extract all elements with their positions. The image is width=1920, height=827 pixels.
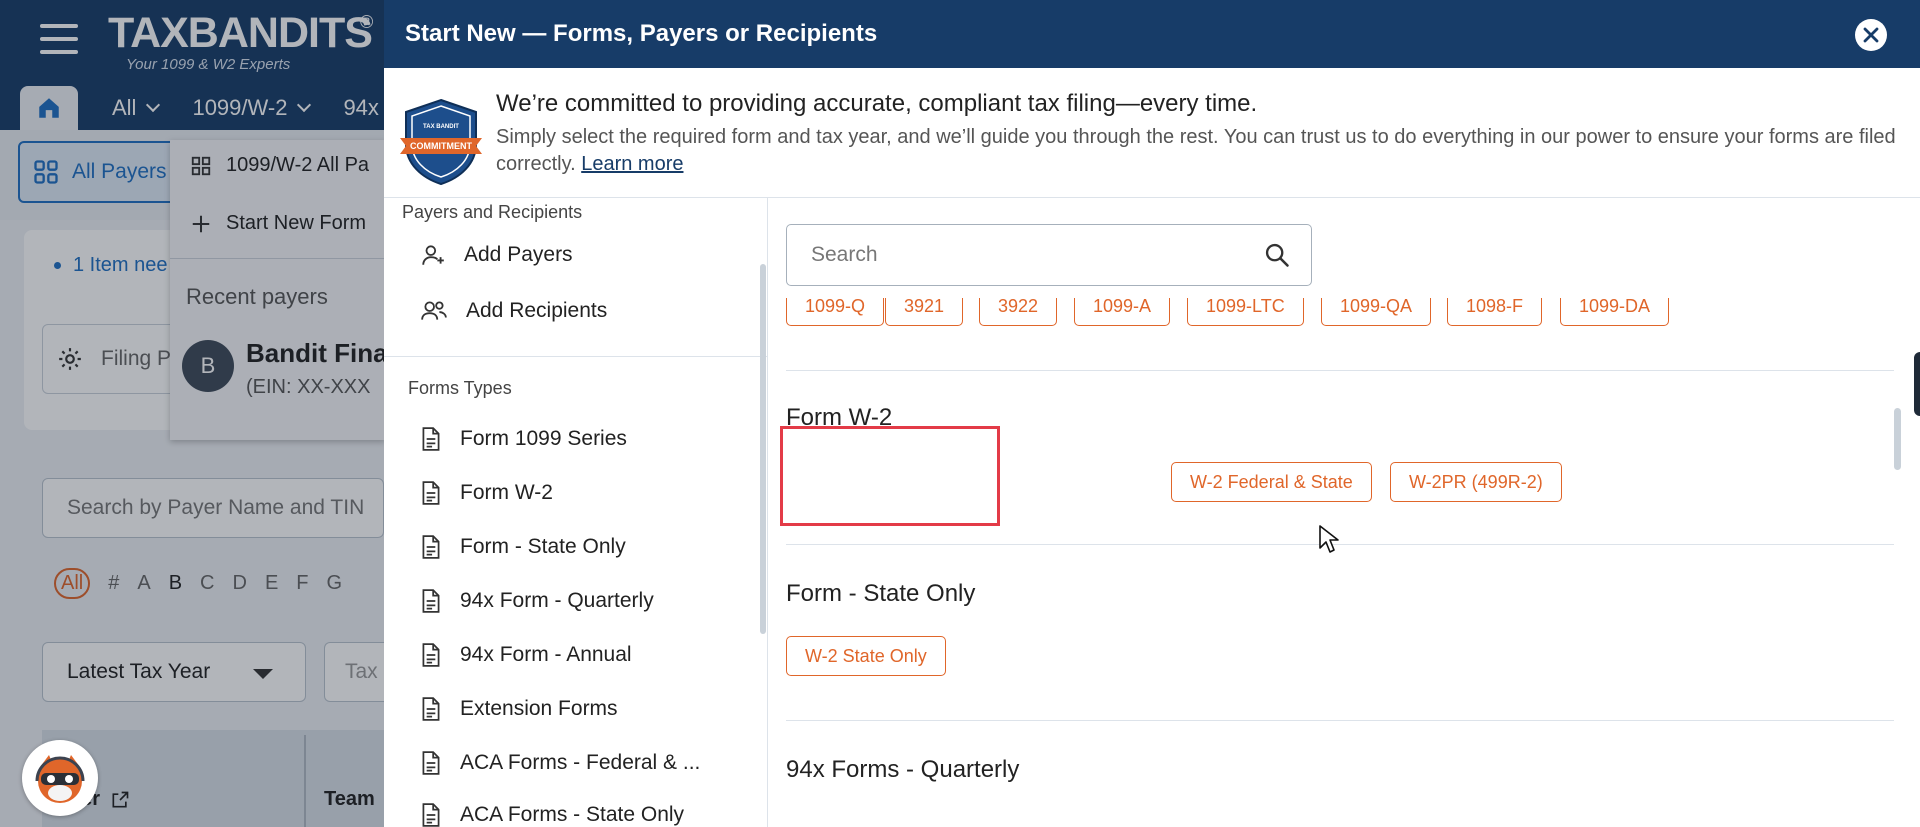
document-icon <box>422 427 440 451</box>
form-type-94x-annual-label: 94x Form - Annual <box>460 643 632 666</box>
chip-1099-q-label: 1099-Q <box>805 295 866 316</box>
chip-1099-qa-label: 1099-QA <box>1340 295 1413 316</box>
form-type-94x-annual[interactable]: 94x Form - Annual <box>420 642 632 668</box>
mascot-avatar-icon <box>35 755 85 803</box>
form-type-state-only[interactable]: Form - State Only <box>420 534 626 560</box>
chip-1099-ltc-label: 1099-LTC <box>1206 295 1285 316</box>
document-icon <box>422 535 440 559</box>
chip-w2pr-label: W-2PR (499R-2) <box>1409 471 1543 492</box>
form-type-aca-state-only-label: ACA Forms - State Only <box>460 803 685 826</box>
start-new-modal: Start New — Forms, Payers or Recipients … <box>384 0 1920 827</box>
form-type-extension-label: Extension Forms <box>460 697 618 720</box>
left-panel-scrollbar[interactable] <box>760 264 766 634</box>
chip-w2-federal-state-label: W-2 Federal & State <box>1190 471 1353 492</box>
form-type-state-only-label: Form - State Only <box>460 535 626 558</box>
group-divider <box>786 370 1894 371</box>
chip-w2pr[interactable]: W-2PR (499R-2) <box>1390 462 1562 502</box>
form-type-94x-quarterly[interactable]: 94x Form - Quarterly <box>420 588 654 614</box>
close-icon <box>1863 27 1879 43</box>
selection-highlight <box>780 426 1000 526</box>
form-search-input[interactable] <box>787 225 1247 285</box>
users-icon <box>421 301 447 320</box>
forms-types-label: Forms Types <box>408 378 512 398</box>
form-type-aca-state-only[interactable]: ACA Forms - State Only <box>420 802 684 827</box>
banner-body: Simply select the required form and tax … <box>496 124 1906 178</box>
group-divider <box>786 720 1894 721</box>
form-type-w2[interactable]: Form W-2 <box>420 480 553 506</box>
chip-1099-da-label: 1099-DA <box>1579 295 1651 316</box>
add-payers-label: Add Payers <box>464 243 573 266</box>
form-type-w2-label: Form W-2 <box>460 481 553 504</box>
modal-title: Start New — Forms, Payers or Recipients <box>405 20 878 47</box>
document-icon <box>422 643 440 667</box>
banner-body-text: Simply select the required form and tax … <box>496 126 1896 175</box>
form-type-1099-series[interactable]: Form 1099 Series <box>420 426 627 452</box>
form-type-aca-federal-label: ACA Forms - Federal & ... <box>460 751 701 774</box>
modal-left-panel: Payers and Recipients Add Payers Add Rec… <box>384 198 768 827</box>
mouse-cursor-icon <box>1319 525 1339 553</box>
learn-more-link[interactable]: Learn more <box>581 153 683 175</box>
form-type-1099-series-label: Form 1099 Series <box>460 427 627 450</box>
chip-1098-f-label: 1098-F <box>1466 295 1524 316</box>
payers-recipients-label: Payers and Recipients <box>402 202 583 222</box>
document-icon <box>422 697 440 721</box>
chip-w2-state-only[interactable]: W-2 State Only <box>786 636 946 676</box>
commitment-badge-icon: TAX BANDIT COMMITMENT <box>400 98 482 186</box>
modal-header: Start New — Forms, Payers or Recipients <box>384 0 1920 68</box>
chip-3921-label: 3921 <box>904 295 945 316</box>
side-edge-tab[interactable] <box>1914 352 1920 416</box>
form-type-94x-quarterly-label: 94x Form - Quarterly <box>460 589 654 612</box>
chip-w2-federal-state[interactable]: W-2 Federal & State <box>1171 462 1372 502</box>
group-title-state-only: Form - State Only <box>786 580 976 607</box>
add-user-icon <box>422 245 444 265</box>
right-panel-scrollbar[interactable] <box>1894 408 1901 470</box>
form-type-extension[interactable]: Extension Forms <box>420 696 618 722</box>
document-icon <box>422 589 440 613</box>
mascot-chat-icon[interactable] <box>22 740 98 816</box>
search-icon[interactable] <box>1263 241 1291 269</box>
badge-ribbon-text: COMMITMENT <box>410 141 472 151</box>
badge-top-text: TAX BANDIT <box>423 124 459 130</box>
commitment-banner: TAX BANDIT COMMITMENT We’re committed to… <box>384 68 1920 198</box>
add-recipients-item[interactable]: Add Recipients <box>420 298 607 324</box>
document-icon <box>422 481 440 505</box>
banner-heading: We’re committed to providing accurate, c… <box>496 90 1258 117</box>
modal-backdrop[interactable] <box>0 0 384 827</box>
close-button[interactable] <box>1855 19 1887 51</box>
document-icon <box>422 751 440 775</box>
document-icon <box>422 803 440 827</box>
chip-1099-a-label: 1099-A <box>1093 295 1152 316</box>
add-recipients-label: Add Recipients <box>466 299 608 322</box>
add-payers-item[interactable]: Add Payers <box>420 242 573 268</box>
form-type-aca-federal[interactable]: ACA Forms - Federal & ... <box>420 750 700 776</box>
chip-3922-label: 3922 <box>998 295 1039 316</box>
left-panel-divider <box>384 356 767 357</box>
group-divider <box>786 544 1894 545</box>
form-search-box <box>786 224 1312 286</box>
chip-w2-state-only-label: W-2 State Only <box>805 645 927 666</box>
group-title-94x-quarterly: 94x Forms - Quarterly <box>786 756 1020 783</box>
